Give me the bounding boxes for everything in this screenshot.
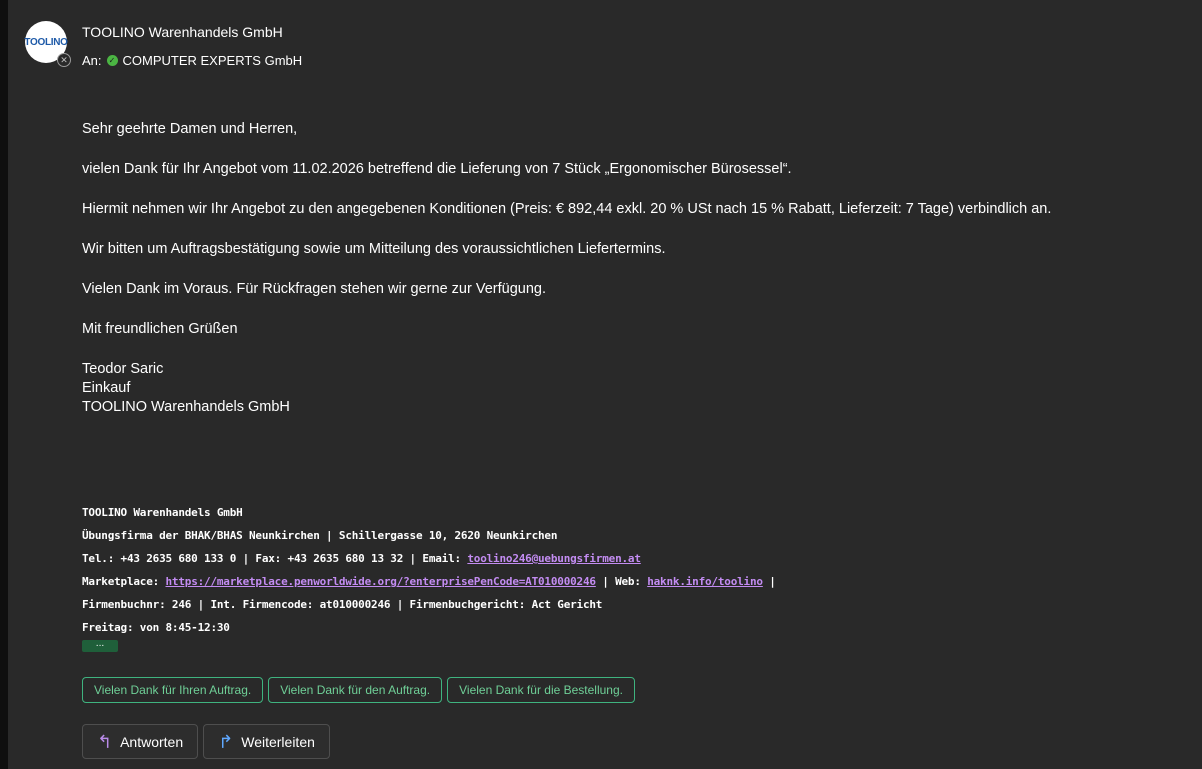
signature-company: TOOLINO Warenhandels GmbH bbox=[82, 399, 290, 415]
forward-label: Weiterleiten bbox=[241, 733, 315, 750]
signature: Teodor Saric Einkauf TOOLINO Warenhandel… bbox=[82, 360, 1182, 417]
forward-button[interactable]: ↱ Weiterleiten bbox=[203, 724, 330, 759]
presence-unknown-icon: ✕ bbox=[57, 53, 71, 67]
suggested-reply-3[interactable]: Vielen Dank für die Bestellung. bbox=[447, 677, 635, 703]
message-actions: ↰ Antworten ↱ Weiterleiten bbox=[82, 724, 330, 759]
email-footer: TOOLINO Warenhandels GmbH Übungsfirma de… bbox=[82, 501, 776, 639]
body-paragraph-1: vielen Dank für Ihr Angebot vom 11.02.20… bbox=[82, 161, 792, 177]
greeting: Sehr geehrte Damen und Herren, bbox=[82, 121, 298, 137]
message-body: Sehr geehrte Damen und Herren, vielen Da… bbox=[82, 120, 1182, 417]
signature-name: Teodor Saric bbox=[82, 361, 164, 377]
recipients-line: An: ✓ COMPUTER EXPERTS GmbH bbox=[82, 53, 302, 68]
reply-label: Antworten bbox=[120, 733, 184, 750]
body-paragraph-4: Vielen Dank im Voraus. Für Rückfragen st… bbox=[82, 281, 546, 297]
footer-links: Marketplace: https://marketplace.penworl… bbox=[82, 570, 776, 593]
footer-separator: | bbox=[762, 575, 776, 588]
forward-arrow-icon: ↱ bbox=[218, 731, 234, 752]
footer-phone-fax: Tel.: +43 2635 680 133 0 | Fax: +43 2635… bbox=[82, 552, 468, 565]
email-link[interactable]: toolino246@uebungsfirmen.at bbox=[467, 552, 641, 565]
footer-hours: Freitag: von 8:45-12:30 bbox=[82, 621, 230, 634]
marketplace-link[interactable]: https://marketplace.penworldwide.org/?en… bbox=[166, 575, 597, 588]
closing: Mit freundlichen Grüßen bbox=[82, 321, 238, 337]
marketplace-label: Marketplace: bbox=[82, 575, 166, 588]
footer-register: Firmenbuchnr: 246 | Int. Firmencode: at0… bbox=[82, 598, 603, 611]
footer-address: Übungsfirma der BHAK/BHAS Neunkirchen | … bbox=[82, 529, 558, 542]
signature-role: Einkauf bbox=[82, 380, 131, 396]
left-panel-edge bbox=[0, 0, 8, 769]
reply-button[interactable]: ↰ Antworten bbox=[82, 724, 199, 759]
check-circle-icon: ✓ bbox=[106, 55, 118, 66]
recipient-name[interactable]: COMPUTER EXPERTS GmbH bbox=[123, 53, 303, 68]
show-more-button[interactable]: ... bbox=[82, 640, 118, 652]
toolino-logo: TOOLINO bbox=[24, 36, 68, 48]
suggested-replies: Vielen Dank für Ihren Auftrag. Vielen Da… bbox=[82, 677, 635, 703]
body-paragraph-2: Hiermit nehmen wir Ihr Angebot zu den an… bbox=[82, 201, 1052, 217]
suggested-reply-1[interactable]: Vielen Dank für Ihren Auftrag. bbox=[82, 677, 264, 703]
recipients-prefix: An: bbox=[82, 53, 102, 68]
suggested-reply-2[interactable]: Vielen Dank für den Auftrag. bbox=[268, 677, 443, 703]
sender-name[interactable]: TOOLINO Warenhandels GmbH bbox=[82, 24, 283, 40]
web-label: | Web: bbox=[595, 575, 648, 588]
body-paragraph-3: Wir bitten um Auftragsbestätigung sowie … bbox=[82, 241, 666, 257]
footer-contact: Tel.: +43 2635 680 133 0 | Fax: +43 2635… bbox=[82, 547, 776, 570]
reply-arrow-icon: ↰ bbox=[97, 731, 113, 752]
web-link[interactable]: haknk.info/toolino bbox=[647, 575, 763, 588]
sender-avatar[interactable]: TOOLINO ✕ bbox=[24, 21, 71, 67]
footer-company: TOOLINO Warenhandels GmbH bbox=[82, 506, 243, 519]
